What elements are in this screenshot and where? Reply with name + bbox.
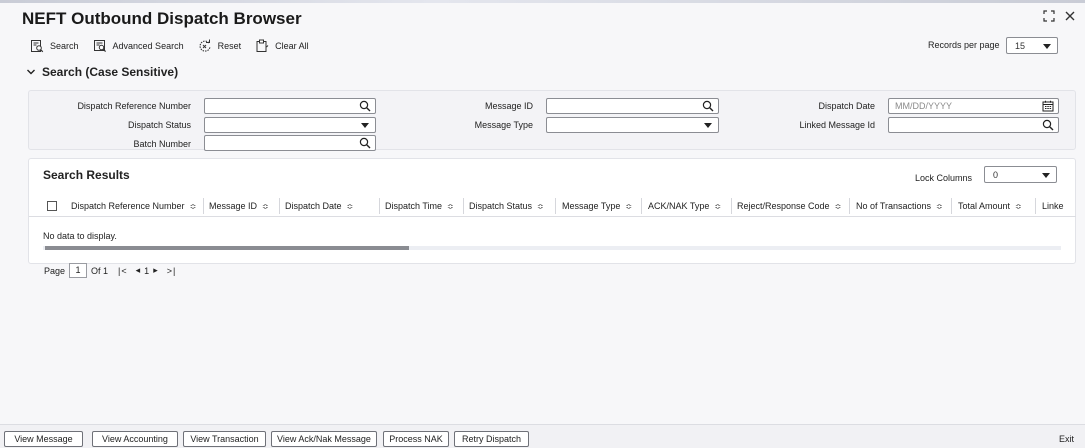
page-title: NEFT Outbound Dispatch Browser: [22, 9, 302, 28]
message-type-select[interactable]: [546, 117, 719, 133]
search-icon[interactable]: [1042, 119, 1054, 131]
page-number-input[interactable]: 1: [69, 263, 88, 278]
linked-message-id-input[interactable]: [888, 117, 1059, 133]
scrollbar-thumb[interactable]: [45, 246, 409, 250]
lock-columns-value: 0: [993, 170, 999, 180]
search-icon[interactable]: [702, 100, 714, 112]
advanced-search-label: Advanced Search: [112, 41, 184, 51]
dispatch-status-select[interactable]: [204, 117, 376, 133]
search-icon[interactable]: [359, 137, 371, 149]
lock-columns-select[interactable]: 0: [984, 166, 1057, 183]
footer-action-bar: View Message View Accounting View Transa…: [0, 424, 1085, 448]
view-message-button[interactable]: View Message: [4, 431, 83, 447]
view-ack-nak-message-button[interactable]: View Ack/Nak Message: [271, 431, 377, 447]
page-label: Page: [44, 265, 66, 276]
column-header-message-id[interactable]: Message ID ≎: [209, 201, 269, 211]
process-nak-button[interactable]: Process NAK: [383, 431, 449, 447]
sort-icon: ≎: [936, 201, 943, 211]
exit-button[interactable]: Exit: [1059, 434, 1074, 444]
search-section-toggle[interactable]: Search (Case Sensitive): [26, 65, 178, 79]
first-page-button[interactable]: |<: [118, 266, 128, 276]
search-icon[interactable]: [359, 100, 371, 112]
expand-icon[interactable]: [1042, 9, 1056, 26]
batch-number-input[interactable]: [204, 135, 376, 151]
advanced-search-icon: [93, 40, 106, 53]
column-header-dispatch-reference-number[interactable]: Dispatch Reference Number ≎: [71, 201, 196, 211]
no-data-message: No data to display.: [43, 231, 117, 241]
sort-icon: ≎: [714, 201, 722, 211]
column-header-ack-nak-type[interactable]: ACK/NAK Type ≎: [648, 201, 721, 211]
reset-button-label: Reset: [217, 41, 242, 51]
dispatch-reference-number-label: Dispatch Reference Number: [77, 101, 191, 111]
retry-dispatch-button[interactable]: Retry Dispatch: [454, 431, 529, 447]
linked-message-id-label: Linked Message Id: [799, 120, 875, 130]
last-page-button[interactable]: >|: [167, 266, 177, 276]
lock-columns-label: Lock Columns: [915, 173, 973, 183]
search-results-panel: Search Results Lock Columns 0 Dispatch R…: [28, 158, 1076, 264]
batch-number-label: Batch Number: [133, 139, 191, 149]
calendar-icon[interactable]: [1042, 100, 1054, 112]
sort-icon: ≎: [346, 201, 354, 211]
view-transaction-button[interactable]: View Transaction: [183, 431, 266, 447]
message-id-label: Message ID: [484, 101, 533, 111]
next-page-button[interactable]: ▸: [153, 265, 159, 276]
search-button[interactable]: Search: [30, 39, 79, 53]
chevron-down-icon: [1042, 173, 1050, 178]
sort-icon: ≎: [189, 201, 197, 211]
dispatch-reference-number-input[interactable]: [204, 98, 376, 114]
table-header: Dispatch Reference Number ≎ Message ID ≎ D…: [29, 195, 1076, 217]
clear-all-label: Clear All: [275, 41, 309, 51]
sort-icon: ≎: [625, 201, 633, 211]
column-header-dispatch-date[interactable]: Dispatch Date ≎: [285, 201, 353, 211]
column-header-reject-response-code[interactable]: Reject/Response Code ≎: [737, 201, 841, 211]
records-per-page-label: Records per page: [928, 40, 1000, 50]
page-number-link[interactable]: 1: [144, 266, 150, 276]
sort-icon: ≎: [447, 201, 454, 211]
search-doc-icon: [31, 40, 44, 53]
chevron-down-icon: [1043, 44, 1051, 49]
column-header-dispatch-time[interactable]: Dispatch Time ≎: [385, 201, 454, 211]
dispatch-status-label: Dispatch Status: [127, 120, 191, 130]
page-of-label: Of 1: [91, 265, 109, 276]
search-results-title: Search Results: [43, 168, 130, 182]
column-header-linked[interactable]: Linke: [1042, 201, 1064, 211]
column-header-message-type[interactable]: Message Type ≎: [562, 201, 632, 211]
horizontal-scrollbar[interactable]: [43, 246, 1061, 250]
dispatch-date-placeholder: MM/DD/YYYY: [895, 101, 953, 111]
dispatch-date-label: Dispatch Date: [818, 101, 875, 111]
reset-icon: [199, 39, 211, 52]
sort-icon: ≎: [834, 201, 842, 211]
dispatch-date-input[interactable]: MM/DD/YYYY: [888, 98, 1059, 114]
top-decor-strip: [0, 0, 1085, 3]
advanced-search-button[interactable]: Advanced Search: [93, 39, 184, 53]
prev-page-button[interactable]: ◂: [136, 265, 142, 276]
message-id-input[interactable]: [546, 98, 719, 114]
chevron-down-icon: [704, 123, 712, 128]
close-icon[interactable]: [1063, 9, 1077, 26]
sort-icon: ≎: [1015, 201, 1022, 211]
records-per-page-select[interactable]: 15: [1006, 37, 1058, 54]
search-section-title: Search (Case Sensitive): [42, 65, 179, 79]
column-header-total-amount[interactable]: Total Amount ≎: [958, 201, 1022, 211]
view-accounting-button[interactable]: View Accounting: [92, 431, 178, 447]
message-type-label: Message Type: [474, 120, 533, 130]
pagination: Page 1 Of 1 |< ◂ 1 ▸ >|: [44, 263, 176, 278]
clear-all-icon: [256, 39, 269, 52]
toolbar: Search Advanced Search Reset Clear All: [30, 38, 323, 54]
reset-button[interactable]: Reset: [198, 39, 242, 53]
column-header-no-of-transactions[interactable]: No of Transactions ≎: [856, 201, 943, 211]
sort-icon: ≎: [537, 201, 544, 211]
chevron-down-icon: [361, 123, 369, 128]
search-button-label: Search: [50, 41, 79, 51]
search-panel: Dispatch Reference Number Message ID Dis…: [28, 90, 1076, 151]
records-per-page-value: 15: [1015, 41, 1026, 51]
column-header-dispatch-status[interactable]: Dispatch Status ≎: [469, 201, 544, 211]
clear-all-button[interactable]: Clear All: [255, 39, 309, 53]
sort-icon: ≎: [262, 201, 269, 211]
chevron-down-icon: [27, 69, 35, 75]
